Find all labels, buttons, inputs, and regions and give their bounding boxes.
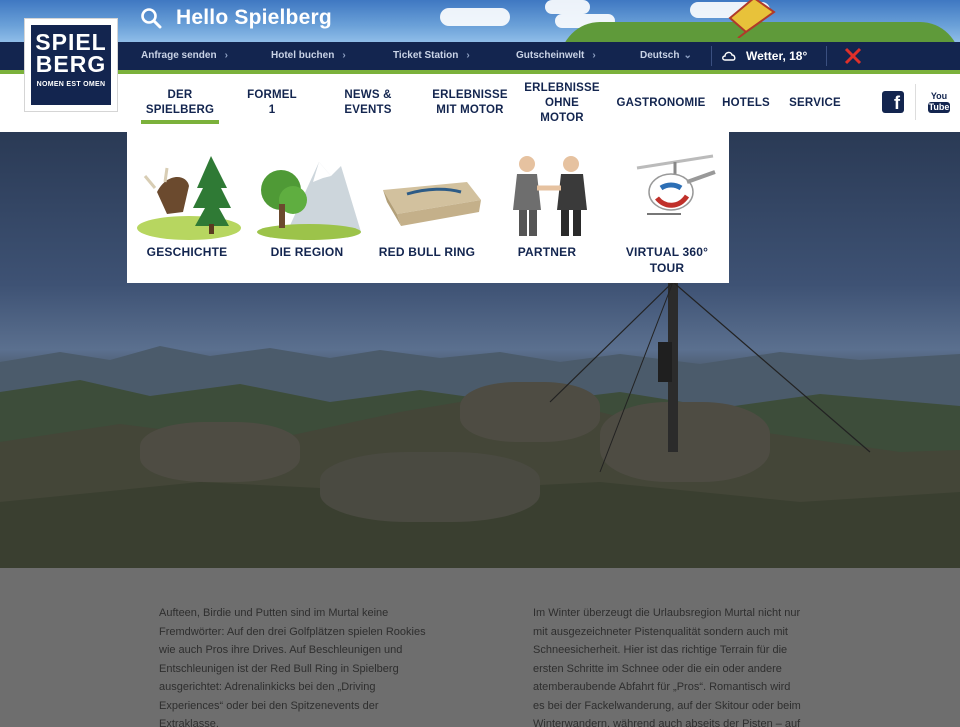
chevron-right-icon: › [224, 50, 228, 61]
utility-bar: Anfrage senden › Hotel buchen › Ticket Sta… [0, 42, 960, 70]
greeting-title[interactable]: Hello Spielberg [176, 6, 332, 30]
youtube-you: You [930, 91, 948, 101]
nav-label: FORMEL 1 [247, 89, 297, 116]
antenna-mast-decoration [549, 282, 871, 473]
chevron-right-icon: › [342, 50, 346, 61]
ticket-station-link-label: Ticket Station [393, 50, 459, 61]
dropdown-item-die-region[interactable]: DIE REGION [247, 132, 367, 283]
chevron-down-icon: ⌄ [683, 50, 692, 61]
nav-erlebnisse-ohne-motor[interactable]: ERLEBNISSE OHNE MOTOR [524, 74, 600, 132]
voucher-link[interactable]: Gutscheinwelt › [516, 42, 596, 70]
nav-label: GASTRONOMIE [616, 96, 706, 109]
dropdown-item-partner[interactable]: PARTNER [487, 132, 607, 283]
divider [826, 46, 827, 66]
kite-icon [728, 0, 776, 38]
dropdown-item-red-bull-ring[interactable]: RED BULL RING [367, 132, 487, 283]
dropdown-label: PARTNER [517, 245, 577, 259]
chevron-right-icon: › [466, 50, 470, 61]
book-hotel-link-label: Hotel buchen [271, 50, 335, 61]
nav-hotels[interactable]: HOTELS [722, 74, 770, 132]
nav-label: ERLEBNISSE MIT MOTOR [432, 89, 508, 116]
spielberg-logo[interactable]: SPIEL BERG NOMEN EST OMEN [24, 18, 118, 112]
nav-label: HOTELS [722, 96, 770, 109]
der-spielberg-dropdown: GESCHICHTE DIE REGION RED BULL RING PART… [127, 132, 729, 283]
dropdown-label: VIRTUAL 360° TOUR [625, 245, 709, 275]
youtube-icon[interactable]: You Tube [928, 92, 950, 114]
search-icon[interactable] [140, 7, 162, 29]
logo-line-2: BERG [35, 51, 107, 77]
main-navigation: DER SPIELBERG FORMEL 1 NEWS & EVENTS ERL… [0, 74, 960, 132]
nav-service[interactable]: SERVICE [789, 74, 841, 132]
dropdown-label: GESCHICHTE [146, 245, 228, 259]
rock-decoration [140, 422, 300, 482]
cloud-icon [722, 51, 736, 61]
weather-widget[interactable]: Wetter, 18° [722, 42, 807, 70]
chevron-right-icon: › [592, 50, 596, 61]
book-hotel-link[interactable]: Hotel buchen › [271, 42, 346, 70]
facebook-icon[interactable]: f [882, 91, 904, 113]
cloud-decoration [440, 8, 510, 26]
logo-line-1: SPIEL [35, 29, 107, 55]
weather-text: Wetter, 18° [746, 49, 808, 63]
nav-news-events[interactable]: NEWS & EVENTS [325, 74, 411, 132]
voucher-link-label: Gutscheinwelt [516, 50, 585, 61]
ticket-station-link[interactable]: Ticket Station › [393, 42, 470, 70]
logo-tagline: NOMEN EST OMEN [36, 81, 106, 88]
cloud-decoration [545, 0, 590, 14]
nav-label: DER SPIELBERG [145, 89, 215, 116]
language-select[interactable]: Deutsch ⌄ [640, 42, 692, 70]
youtube-tube: Tube [928, 102, 950, 113]
content-column-right: Im Winter überzeugt die Urlaubsregion Mu… [533, 607, 801, 727]
nav-der-spielberg[interactable]: DER SPIELBERG [141, 74, 219, 132]
request-link[interactable]: Anfrage senden › [141, 42, 228, 70]
request-link-label: Anfrage senden [141, 50, 217, 61]
top-banner: Hello Spielberg [0, 0, 960, 42]
language-label: Deutsch [640, 50, 680, 61]
nav-label: ERLEBNISSE OHNE MOTOR [524, 81, 600, 124]
dropdown-item-virtual-tour[interactable]: VIRTUAL 360° TOUR [607, 132, 727, 283]
nav-label: NEWS & EVENTS [344, 89, 392, 116]
content-column-left: Aufteen, Birdie und Putten sind im Murta… [159, 607, 426, 727]
nav-gastronomie[interactable]: GASTRONOMIE [616, 74, 705, 132]
nav-erlebnisse-mit-motor[interactable]: ERLEBNISSE MIT MOTOR [432, 74, 508, 132]
dropdown-label: DIE REGION [270, 245, 344, 259]
tree-and-mountain-icon [257, 162, 361, 240]
dropdown-label: RED BULL RING [378, 245, 476, 259]
race-track-icon [383, 182, 481, 226]
close-icon[interactable] [842, 46, 864, 66]
rock-decoration [320, 452, 540, 522]
bull-and-tree-icon [137, 156, 241, 240]
handshake-icon [513, 156, 587, 236]
divider [915, 84, 916, 120]
divider [711, 46, 712, 66]
helicopter-icon [636, 154, 716, 215]
dropdown-item-geschichte[interactable]: GESCHICHTE [127, 132, 247, 283]
nav-label: SERVICE [789, 96, 841, 109]
nav-formel-1[interactable]: FORMEL 1 [246, 74, 298, 132]
content-section: Aufteen, Birdie und Putten sind im Murta… [0, 568, 960, 727]
